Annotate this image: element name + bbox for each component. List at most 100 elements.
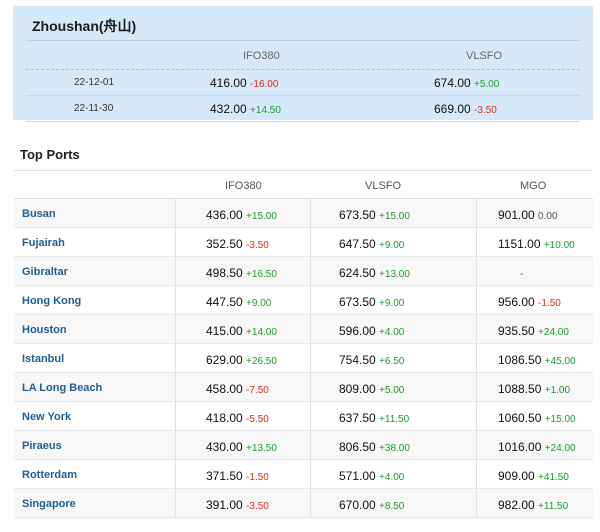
price-cell: 436.00 +15.00	[206, 208, 277, 222]
price-cell: 418.00 -5.50	[206, 411, 269, 425]
price-cell: 415.00 +14.00	[206, 324, 277, 338]
top-ports-vlsfo-cell: 637.50 +11.50	[310, 402, 476, 430]
price-value: 629.00	[206, 353, 243, 367]
top-ports-row: Gibraltar 498.50 +16.50 624.50 +13.00 -	[14, 257, 593, 286]
price-cell: 596.00 +4.00	[339, 324, 404, 338]
top-ports-mgo-cell: 909.00 +41.50	[476, 460, 593, 488]
price-change: -7.50	[246, 385, 269, 396]
top-ports-mgo-cell: 982.00 +11.50	[476, 489, 593, 517]
price-cell: 674.00 +5.00	[434, 76, 499, 90]
price-cell: 806.50 +38.00	[339, 440, 410, 454]
port-link[interactable]: Busan	[22, 208, 56, 220]
top-ports-mgo-cell: 1086.50 +45.00	[476, 344, 593, 372]
price-change: +24.00	[538, 327, 569, 338]
price-change: +4.00	[379, 327, 405, 338]
price-value: 809.00	[339, 382, 376, 396]
port-link[interactable]: Hong Kong	[22, 295, 81, 307]
price-cell: 430.00 +13.50	[206, 440, 277, 454]
price-change: +9.00	[379, 298, 405, 309]
top-ports-vlsfo-cell: 624.50 +13.00	[310, 257, 476, 285]
top-ports-vlsfo-cell: 647.50 +9.00	[310, 228, 476, 256]
port-link[interactable]: Istanbul	[22, 353, 64, 365]
price-change: +11.50	[538, 501, 569, 512]
price-change: +38.00	[379, 443, 410, 454]
price-value: 430.00	[206, 440, 243, 454]
top-ports-mgo-cell: 935.50 +24.00	[476, 315, 593, 343]
top-ports-mgo-cell: 901.00 0.00	[476, 199, 593, 227]
top-ports-ifo380-cell: 458.00 -7.50	[175, 373, 310, 401]
price-change: +14.50	[250, 105, 281, 116]
price-change: +16.50	[246, 269, 277, 280]
zhoushan-row-date: 22-12-01	[74, 77, 115, 88]
top-ports-vlsfo-cell: 809.00 +5.00	[310, 373, 476, 401]
port-link[interactable]: New York	[22, 411, 71, 423]
price-change: +13.50	[246, 443, 277, 454]
top-ports-vlsfo-cell: 670.00 +8.50	[310, 489, 476, 517]
port-link[interactable]: Houston	[22, 324, 67, 336]
zhoushan-row-date: 22-11-30	[74, 103, 114, 114]
price-cell: 416.00 -16.00	[210, 76, 278, 90]
top-ports-row: New York 418.00 -5.50 637.50 +11.50 1060.50…	[14, 402, 593, 431]
top-ports-row: Singapore 391.00 -3.50 670.00 +8.50 982.00 …	[14, 489, 593, 518]
top-ports-vlsfo-cell: 673.50 +9.00	[310, 286, 476, 314]
top-ports-row: Busan 436.00 +15.00 673.50 +15.00 901.00 0.…	[14, 199, 593, 228]
port-link[interactable]: LA Long Beach	[22, 382, 102, 394]
price-value: 909.00	[498, 469, 535, 483]
price-value: 436.00	[206, 208, 243, 222]
price-cell: -	[520, 266, 523, 280]
price-change: +9.00	[246, 298, 272, 309]
price-value: 624.50	[339, 266, 376, 280]
price-change: -5.50	[246, 414, 269, 425]
top-ports-title: Top Ports	[20, 147, 80, 162]
top-ports-header-row: IFO380 VLSFO MGO	[14, 170, 593, 199]
price-value: 901.00	[498, 208, 535, 222]
price-change: +1.00	[544, 385, 571, 396]
price-cell: 624.50 +13.00	[339, 266, 410, 280]
port-link[interactable]: Fujairah	[22, 237, 65, 249]
price-change: +14.00	[246, 327, 277, 338]
price-value: 352.50	[206, 237, 243, 251]
price-value: 1016.00	[498, 440, 542, 454]
price-value: 956.00	[498, 295, 535, 309]
price-cell: 498.50 +16.50	[206, 266, 277, 280]
top-ports-vlsfo-cell: 754.50 +6.50	[310, 344, 476, 372]
price-cell: 1060.50 +15.00	[498, 411, 576, 425]
zhoushan-title: Zhoushan(舟山)	[32, 18, 137, 34]
price-cell: 571.00 +4.00	[339, 469, 404, 483]
port-link[interactable]: Piraeus	[22, 440, 62, 452]
price-cell: 637.50 +11.50	[339, 411, 409, 425]
price-cell: 629.00 +26.50	[206, 353, 277, 367]
price-value: 458.00	[206, 382, 243, 396]
price-value: 1151.00	[498, 237, 541, 251]
price-change: +45.00	[544, 356, 576, 367]
price-cell: 670.00 +8.50	[339, 498, 404, 512]
top-ports-mgo-cell: 1060.50 +15.00	[476, 402, 593, 430]
price-change: +5.00	[474, 79, 500, 90]
top-ports-col-mgo: MGO	[520, 180, 547, 192]
price-value: 669.00	[434, 102, 471, 116]
top-ports-ifo380-cell: 436.00 +15.00	[175, 199, 310, 227]
price-cell: 1016.00 +24.00	[498, 440, 576, 454]
price-change: -3.50	[246, 240, 269, 251]
top-ports-ifo380-cell: 352.50 -3.50	[175, 228, 310, 256]
price-change: +11.50	[379, 414, 410, 425]
price-cell: 1088.50 +1.00	[498, 382, 570, 396]
price-value: 596.00	[339, 324, 376, 338]
top-ports-row: LA Long Beach 458.00 -7.50 809.00 +5.00 108…	[14, 373, 593, 402]
port-link[interactable]: Rotterdam	[22, 469, 77, 481]
price-cell: 458.00 -7.50	[206, 382, 269, 396]
port-link[interactable]: Singapore	[22, 498, 76, 510]
price-value: 371.50	[206, 469, 243, 483]
top-ports-vlsfo-cell: 596.00 +4.00	[310, 315, 476, 343]
price-value: 673.50	[339, 295, 376, 309]
price-cell: 673.50 +9.00	[339, 295, 404, 309]
zhoushan-row: 22-12-01 416.00 -16.00 674.00 +5.00	[26, 70, 580, 96]
price-value: 806.50	[339, 440, 376, 454]
price-value: 674.00	[434, 76, 471, 90]
top-ports-col-vlsfo: VLSFO	[365, 180, 402, 192]
port-link[interactable]: Gibraltar	[22, 266, 68, 278]
zhoushan-row: 22-11-30 432.00 +14.50 669.00 -3.50	[26, 96, 580, 122]
price-cell: 391.00 -3.50	[206, 498, 269, 512]
top-ports-vlsfo-cell: 806.50 +38.00	[310, 431, 476, 459]
price-value: 1088.50	[498, 382, 542, 396]
